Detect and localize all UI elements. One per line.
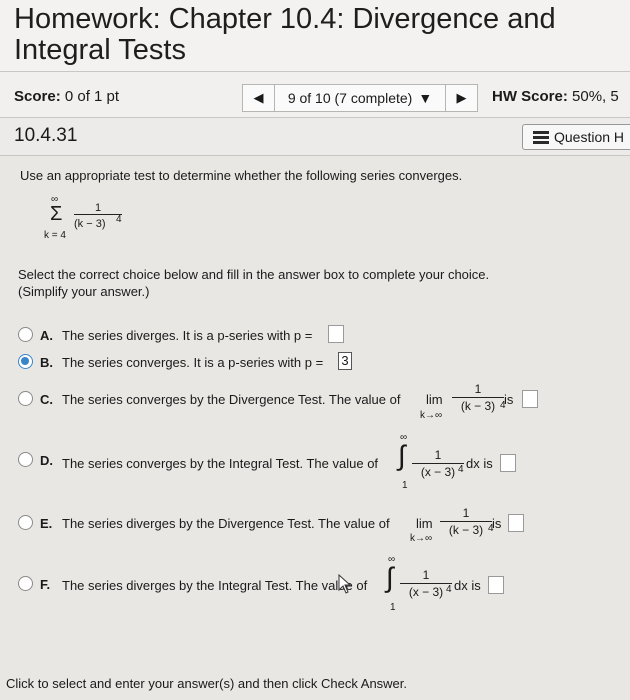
choice-e-text: The series diverges by the Divergence Te… <box>62 516 390 531</box>
mouse-cursor-icon <box>338 574 352 594</box>
footer-instruction: Click to select and enter your answer(s)… <box>6 676 408 691</box>
choice-e-denominator: (k − 3) <box>448 523 484 537</box>
choice-e-lim: lim <box>416 516 433 531</box>
choice-f-numerator: 1 <box>400 568 452 584</box>
choice-b-radio[interactable] <box>18 354 33 369</box>
choice-c-lim: lim <box>426 392 443 407</box>
choice-c-lim-sub: k→∞ <box>420 410 443 421</box>
choice-f-text: The series diverges by the Integral Test… <box>62 578 368 593</box>
choice-f-fraction: 1 (x − 3) <box>400 568 452 599</box>
integral-icon: ∫ <box>386 562 394 593</box>
choice-c-answer-box[interactable] <box>522 390 538 408</box>
choice-e-fraction: 1 (k − 3) <box>440 506 492 537</box>
hw-score-value: 50%, 5 <box>572 88 619 105</box>
choice-c-fraction: 1 (k − 3) <box>452 382 504 413</box>
choice-a-text: The series diverges. It is a p-series wi… <box>62 328 313 343</box>
page-title: Homework: Chapter 10.4: Divergence and I… <box>14 3 556 66</box>
choice-c-denominator: (k − 3) <box>460 399 496 413</box>
caret-down-icon: ▼ <box>418 90 433 106</box>
choice-d-fraction: 1 (x − 3) <box>412 448 464 479</box>
choice-f-lower: 1 <box>390 602 396 613</box>
choice-a-letter: A. <box>40 328 53 343</box>
choice-c-numerator: 1 <box>452 382 504 398</box>
instructions: Select the correct choice below and fill… <box>18 267 490 299</box>
choice-c-text: The series converges by the Divergence T… <box>62 392 401 407</box>
question-select-value: 9 of 10 (7 complete) <box>287 90 413 106</box>
series-denominator: (k − 3) <box>74 218 106 230</box>
question-prompt: Use an appropriate test to determine whe… <box>20 168 463 183</box>
previous-question-button[interactable]: ◀ <box>242 84 274 112</box>
triangle-left-icon: ◀ <box>253 90 264 105</box>
choice-c-radio[interactable] <box>18 391 33 406</box>
question-content: Use an appropriate test to determine whe… <box>0 156 630 700</box>
question-bar: 10.4.31 Question H <box>0 118 630 156</box>
choice-c-letter: C. <box>40 392 53 407</box>
choice-a-answer-box[interactable] <box>328 325 344 343</box>
triangle-right-icon: ▶ <box>456 90 467 105</box>
choice-e-radio[interactable] <box>18 515 33 530</box>
choice-f-letter: F. <box>40 577 51 592</box>
series-lower-limit: k = 4 <box>44 230 66 241</box>
question-help-label: Question H <box>554 129 625 145</box>
score-text: Score: 0 of 1 pt <box>14 88 119 105</box>
choice-d-answer-box[interactable] <box>500 454 516 472</box>
series-numerator: 1 <box>74 202 122 215</box>
choice-f-exponent: 4 <box>446 584 452 595</box>
choice-f-radio[interactable] <box>18 576 33 591</box>
hw-score-label: HW Score: <box>492 88 568 105</box>
score-value: 0 of 1 pt <box>64 88 120 105</box>
choice-b-text: The series converges. It is a p-series w… <box>62 355 324 370</box>
sigma-symbol: Σ <box>50 203 63 225</box>
question-help-button[interactable]: Question H <box>522 124 630 150</box>
choice-e-tail: is <box>492 516 502 531</box>
question-number: 10.4.31 <box>14 125 78 146</box>
integral-icon: ∫ <box>398 440 406 471</box>
choice-f-answer-box[interactable] <box>488 576 504 594</box>
score-label: Score: <box>14 88 61 105</box>
choice-b-letter: B. <box>40 355 53 370</box>
choice-d-denominator: (x − 3) <box>420 465 456 479</box>
choice-d-tail: dx is <box>466 456 493 471</box>
choice-f-denominator: (x − 3) <box>408 585 444 599</box>
score-bar: Score: 0 of 1 pt ◀ 9 of 10 (7 complete) … <box>0 72 630 118</box>
choice-d-lower: 1 <box>402 480 408 491</box>
choice-a-radio[interactable] <box>18 327 33 342</box>
choice-d-numerator: 1 <box>412 448 464 464</box>
choice-b-answer-box[interactable]: 3 <box>338 352 352 370</box>
series-exponent: 4 <box>116 214 122 225</box>
list-icon <box>533 129 549 146</box>
question-select-dropdown[interactable]: 9 of 10 (7 complete) ▼ <box>274 84 446 112</box>
choice-e-answer-box[interactable] <box>508 514 524 532</box>
header: Homework: Chapter 10.4: Divergence and I… <box>0 0 630 72</box>
choice-f-tail: dx is <box>454 578 481 593</box>
choice-e-lim-sub: k→∞ <box>410 533 433 544</box>
choice-e-letter: E. <box>40 516 53 531</box>
hw-score: HW Score: 50%, 5 <box>492 88 619 105</box>
series-expression: ∞ Σ k = 4 1 (k − 3) 4 <box>40 194 160 254</box>
choice-d-exponent: 4 <box>458 464 464 475</box>
choice-d-radio[interactable] <box>18 452 33 467</box>
next-question-button[interactable]: ▶ <box>446 84 478 112</box>
choice-e-numerator: 1 <box>440 506 492 522</box>
choice-d-letter: D. <box>40 453 53 468</box>
choice-c-tail: is <box>504 392 514 407</box>
choice-d-text: The series converges by the Integral Tes… <box>62 456 379 471</box>
